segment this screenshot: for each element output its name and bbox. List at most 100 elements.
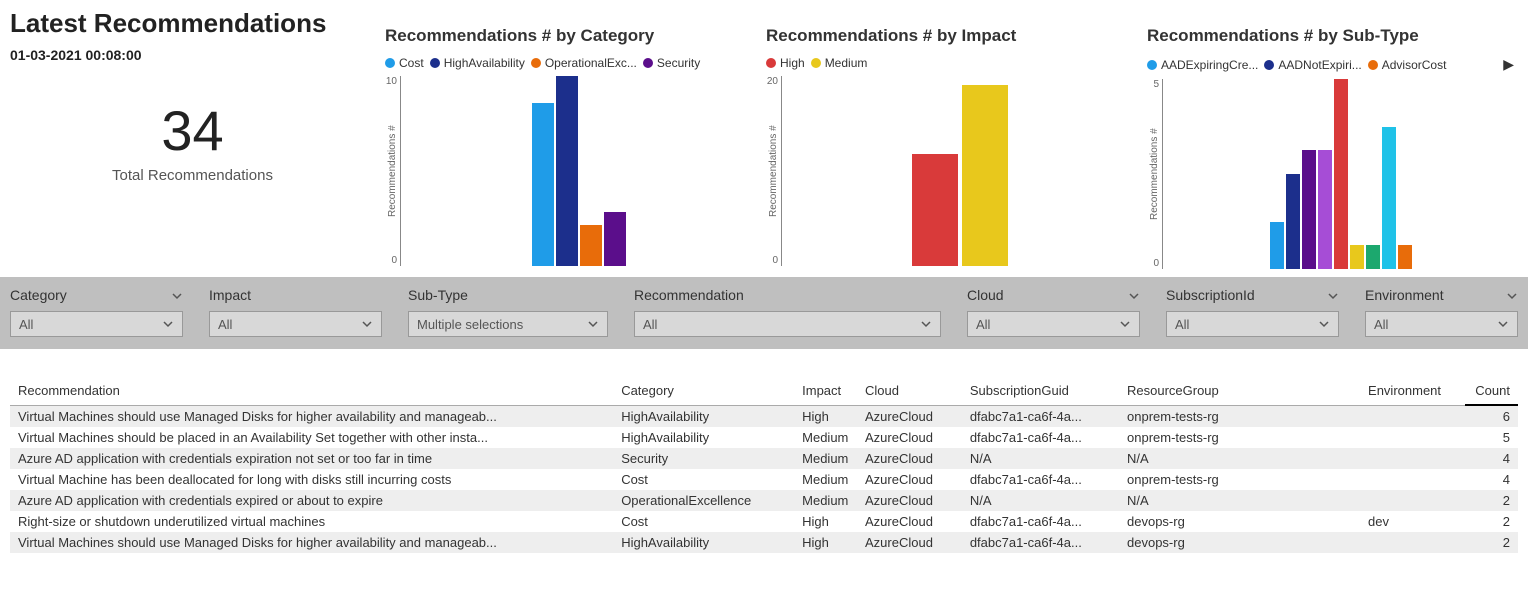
cell-sub: dfabc7a1-ca6f-4a...	[962, 405, 1119, 427]
cell-imp: Medium	[794, 427, 857, 448]
bar[interactable]	[532, 103, 554, 266]
legend-more-icon[interactable]: ▶	[1499, 56, 1518, 73]
bar[interactable]	[1286, 174, 1300, 269]
filter-dropdown[interactable]: All	[209, 311, 382, 337]
filter-dropdown[interactable]: All	[10, 311, 183, 337]
cell-rg: N/A	[1119, 448, 1360, 469]
plot-area[interactable]: 5 0	[1162, 79, 1518, 269]
legend-item[interactable]: AADNotExpiri...	[1264, 58, 1361, 72]
bar[interactable]	[1334, 79, 1348, 269]
filter-dropdown[interactable]: All	[634, 311, 941, 337]
kpi-timestamp: 01-03-2021 00:08:00	[10, 47, 375, 63]
legend-item[interactable]: High	[766, 56, 805, 70]
cell-imp: High	[794, 511, 857, 532]
cell-sub: dfabc7a1-ca6f-4a...	[962, 427, 1119, 448]
chevron-down-icon[interactable]	[171, 289, 183, 301]
table-row[interactable]: Azure AD application with credentials ex…	[10, 448, 1518, 469]
cell-rec: Virtual Machines should use Managed Disk…	[10, 532, 613, 553]
cell-rec: Virtual Machines should use Managed Disk…	[10, 405, 613, 427]
table-row[interactable]: Virtual Machine has been deallocated for…	[10, 469, 1518, 490]
cell-sub: N/A	[962, 448, 1119, 469]
filter-dropdown[interactable]: All	[1365, 311, 1518, 337]
recommendations-table[interactable]: Recommendation Category Impact Cloud Sub…	[10, 377, 1518, 553]
cell-rg: onprem-tests-rg	[1119, 405, 1360, 427]
plot-area[interactable]: 20 0	[781, 76, 1137, 266]
chevron-down-icon[interactable]	[1128, 289, 1140, 301]
bar[interactable]	[1302, 150, 1316, 269]
bar[interactable]	[580, 225, 602, 266]
chart-legend: AADExpiringCre... AADNotExpiri... Adviso…	[1147, 56, 1518, 73]
col-cloud[interactable]: Cloud	[857, 377, 962, 405]
chart-title: Recommendations # by Category	[385, 26, 756, 46]
cell-cat: Cost	[613, 469, 794, 490]
col-recommendation[interactable]: Recommendation	[10, 377, 613, 405]
legend-item[interactable]: OperationalExc...	[531, 56, 637, 70]
col-category[interactable]: Category	[613, 377, 794, 405]
filter-value: Multiple selections	[417, 317, 523, 332]
cell-env	[1360, 469, 1465, 490]
chevron-down-icon	[1119, 318, 1131, 330]
chart-subtype: Recommendations # by Sub-Type AADExpirin…	[1147, 8, 1518, 269]
bar[interactable]	[556, 76, 578, 266]
cell-cnt: 2	[1465, 511, 1518, 532]
table-row[interactable]: Virtual Machines should use Managed Disk…	[10, 532, 1518, 553]
table-row[interactable]: Azure AD application with credentials ex…	[10, 490, 1518, 511]
cell-rec: Azure AD application with credentials ex…	[10, 448, 613, 469]
filter-dropdown[interactable]: All	[967, 311, 1140, 337]
legend-dot-icon	[643, 58, 653, 68]
bar[interactable]	[962, 85, 1008, 266]
filter-dropdown[interactable]: Multiple selections	[408, 311, 608, 337]
table-row[interactable]: Virtual Machines should use Managed Disk…	[10, 405, 1518, 427]
bar[interactable]	[1398, 245, 1412, 269]
bar[interactable]	[604, 212, 626, 266]
bar[interactable]	[1366, 245, 1380, 269]
bar[interactable]	[1318, 150, 1332, 269]
legend-item[interactable]: Cost	[385, 56, 424, 70]
cell-cat: HighAvailability	[613, 532, 794, 553]
cell-imp: Medium	[794, 469, 857, 490]
bar[interactable]	[912, 154, 958, 266]
bar[interactable]	[1382, 127, 1396, 270]
col-count[interactable]: Count	[1465, 377, 1518, 405]
chevron-down-icon	[920, 318, 932, 330]
filter-impact: Impact All	[199, 277, 392, 349]
chart-impact: Recommendations # by Impact High Medium …	[766, 8, 1137, 269]
col-subscription[interactable]: SubscriptionGuid	[962, 377, 1119, 405]
table-row[interactable]: Right-size or shutdown underutilized vir…	[10, 511, 1518, 532]
legend-item[interactable]: Security	[643, 56, 700, 70]
legend-item[interactable]: AdvisorCost	[1368, 58, 1447, 72]
cell-rg: N/A	[1119, 490, 1360, 511]
cell-cloud: AzureCloud	[857, 469, 962, 490]
plot-area[interactable]: 10 0	[400, 76, 756, 266]
filter-value: All	[643, 317, 657, 332]
cell-env	[1360, 405, 1465, 427]
col-environment[interactable]: Environment	[1360, 377, 1465, 405]
cell-cnt: 5	[1465, 427, 1518, 448]
filter-category: CategoryAll	[0, 277, 193, 349]
legend-item[interactable]: HighAvailability	[430, 56, 525, 70]
bar[interactable]	[1350, 245, 1364, 269]
cell-rec: Virtual Machine has been deallocated for…	[10, 469, 613, 490]
chevron-down-icon[interactable]	[1327, 289, 1339, 301]
chevron-down-icon	[162, 318, 174, 330]
cell-cat: Cost	[613, 511, 794, 532]
cell-cnt: 2	[1465, 490, 1518, 511]
filter-recommendation: RecommendationAll	[624, 277, 951, 349]
filter-dropdown[interactable]: All	[1166, 311, 1339, 337]
chevron-down-icon[interactable]	[1506, 289, 1518, 301]
filter-value: All	[976, 317, 990, 332]
legend-item[interactable]: AADExpiringCre...	[1147, 58, 1258, 72]
bar[interactable]	[1270, 222, 1284, 270]
cell-cat: HighAvailability	[613, 427, 794, 448]
table-row[interactable]: Virtual Machines should be placed in an …	[10, 427, 1518, 448]
filter-subscription: SubscriptionIdAll	[1156, 277, 1349, 349]
legend-item[interactable]: Medium	[811, 56, 868, 70]
cell-cloud: AzureCloud	[857, 532, 962, 553]
cell-cloud: AzureCloud	[857, 511, 962, 532]
filter-cloud: CloudAll	[957, 277, 1150, 349]
col-impact[interactable]: Impact	[794, 377, 857, 405]
col-resourcegroup[interactable]: ResourceGroup	[1119, 377, 1360, 405]
y-ticks: 5 0	[1135, 79, 1159, 269]
filter-label: Impact	[209, 287, 251, 303]
kpi-panel: Latest Recommendations 01-03-2021 00:08:…	[10, 8, 375, 269]
